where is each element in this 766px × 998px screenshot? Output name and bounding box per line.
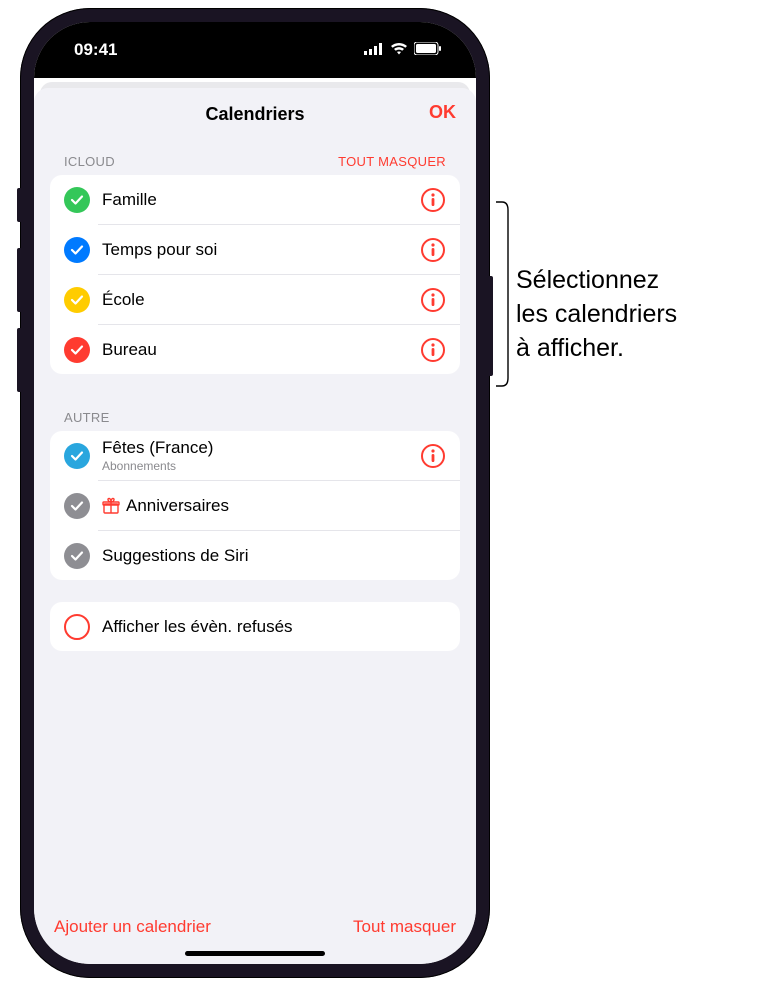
sheet-title: Calendriers — [205, 104, 304, 125]
calendar-label: Suggestions de Siri — [102, 546, 446, 566]
info-icon[interactable] — [420, 287, 446, 313]
calendar-label: Bureau — [102, 340, 420, 360]
dynamic-island — [190, 38, 320, 74]
info-icon[interactable] — [420, 443, 446, 469]
calendar-row-siri[interactable]: Suggestions de Siri — [50, 531, 460, 580]
group-icloud: Famille Temps pour soi — [50, 175, 460, 374]
calendar-label: Famille — [102, 190, 420, 210]
battery-icon — [414, 40, 442, 60]
calendar-row-temps[interactable]: Temps pour soi — [50, 225, 460, 274]
section-header-autre: AUTRE — [50, 396, 460, 431]
section-label-icloud: ICLOUD — [64, 154, 115, 169]
group-declined: Afficher les évèn. refusés — [50, 602, 460, 651]
hide-all-icloud-button[interactable]: TOUT MASQUER — [338, 154, 446, 169]
info-icon[interactable] — [420, 337, 446, 363]
volume-up-button[interactable] — [17, 248, 22, 312]
info-icon[interactable] — [420, 237, 446, 263]
status-time: 09:41 — [74, 40, 117, 60]
callout-text: Sélectionnez les calendriers à afficher. — [516, 264, 677, 365]
cellular-icon — [364, 40, 384, 60]
home-indicator[interactable] — [185, 951, 325, 956]
phone-frame: 09:41 Calendriers OK ICL — [20, 8, 490, 978]
checkmark-icon[interactable] — [64, 493, 90, 519]
calendar-row-ecole[interactable]: École — [50, 275, 460, 324]
checkmark-icon[interactable] — [64, 237, 90, 263]
volume-down-button[interactable] — [17, 328, 22, 392]
callout-bracket — [496, 200, 510, 388]
hide-all-button[interactable]: Tout masquer — [353, 917, 456, 937]
done-button[interactable]: OK — [429, 102, 456, 123]
screen: 09:41 Calendriers OK ICL — [34, 22, 476, 964]
calendars-sheet: Calendriers OK ICLOUD TOUT MASQUER Famil… — [34, 88, 476, 964]
checkmark-icon[interactable] — [64, 543, 90, 569]
group-autre: Fêtes (France) Abonnements — [50, 431, 460, 580]
info-icon[interactable] — [420, 187, 446, 213]
gift-icon — [102, 497, 120, 515]
calendar-row-fetes[interactable]: Fêtes (France) Abonnements — [50, 431, 460, 480]
checkmark-icon[interactable] — [64, 287, 90, 313]
calendar-row-famille[interactable]: Famille — [50, 175, 460, 224]
unchecked-circle-icon[interactable] — [64, 614, 90, 640]
side-power-button[interactable] — [488, 276, 493, 376]
wifi-icon — [390, 40, 408, 60]
checkmark-icon[interactable] — [64, 187, 90, 213]
calendar-row-anniversaires[interactable]: Anniversaires — [50, 481, 460, 530]
show-declined-row[interactable]: Afficher les évèn. refusés — [50, 602, 460, 651]
sheet-header: Calendriers OK — [34, 88, 476, 140]
calendar-sublabel: Abonnements — [102, 459, 420, 473]
calendar-label: Fêtes (France) — [102, 438, 420, 458]
calendar-label: Anniversaires — [126, 496, 446, 516]
mute-switch[interactable] — [17, 188, 22, 222]
checkmark-icon[interactable] — [64, 337, 90, 363]
calendar-row-bureau[interactable]: Bureau — [50, 325, 460, 374]
calendar-label: Temps pour soi — [102, 240, 420, 260]
declined-label: Afficher les évèn. refusés — [102, 617, 446, 637]
section-label-autre: AUTRE — [64, 410, 110, 425]
calendar-label: École — [102, 290, 420, 310]
sheet-footer: Ajouter un calendrier Tout masquer — [34, 903, 476, 947]
add-calendar-button[interactable]: Ajouter un calendrier — [54, 917, 211, 937]
section-header-icloud: ICLOUD TOUT MASQUER — [50, 140, 460, 175]
sheet-content[interactable]: ICLOUD TOUT MASQUER Famille — [34, 140, 476, 903]
checkmark-icon[interactable] — [64, 443, 90, 469]
